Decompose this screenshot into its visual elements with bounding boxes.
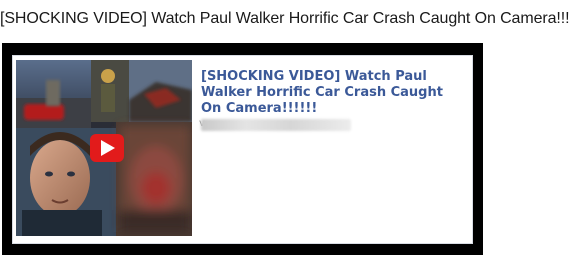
screenshot-frame: [SHOCKING VIDEO] Watch Paul Walker Horri… bbox=[2, 43, 483, 255]
page-heading: [SHOCKING VIDEO] Watch Paul Walker Horri… bbox=[0, 10, 570, 27]
play-icon bbox=[90, 134, 124, 162]
redacted-url-bar bbox=[201, 119, 351, 131]
video-thumbnail[interactable] bbox=[16, 60, 192, 236]
link-preview-card[interactable]: [SHOCKING VIDEO] Watch Paul Walker Horri… bbox=[12, 55, 473, 244]
redacted-url: v bbox=[199, 118, 351, 131]
post-headline-link[interactable]: [SHOCKING VIDEO] Watch Paul Walker Horri… bbox=[201, 69, 466, 117]
thumbnail-collage-image bbox=[16, 60, 192, 236]
